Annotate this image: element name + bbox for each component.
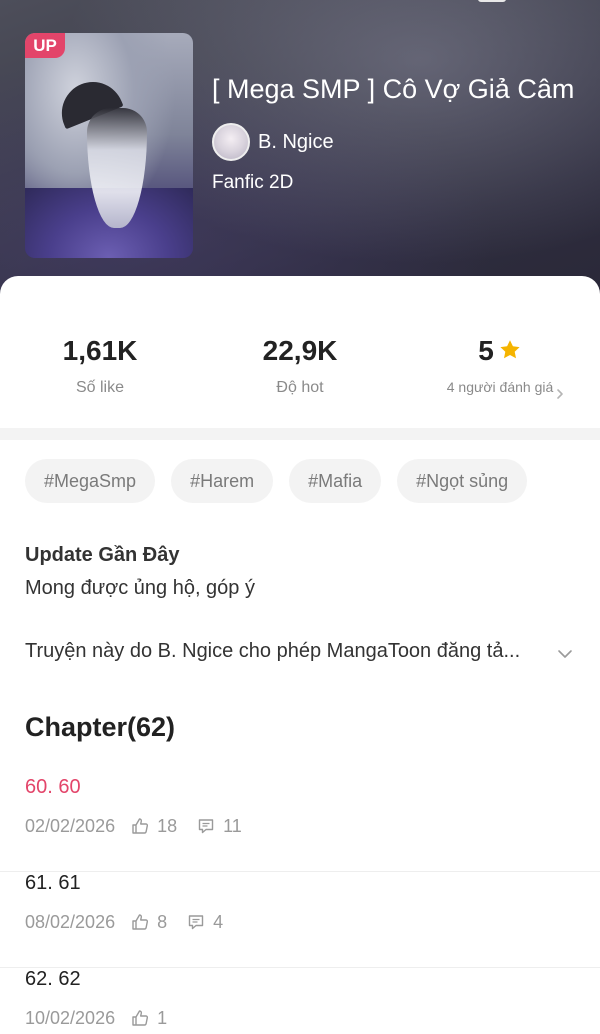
update-text: Mong được ủng hộ, góp ý bbox=[25, 577, 255, 599]
chapter-comments: 11 bbox=[223, 815, 242, 836]
chapter-date: 02/02/2026 bbox=[25, 815, 116, 836]
tag-chip[interactable]: #MegaSmp bbox=[25, 459, 156, 503]
chapter-comments: 4 bbox=[213, 911, 224, 932]
chevron-down-icon[interactable] bbox=[556, 645, 574, 663]
chapter-likes: 1 bbox=[157, 1007, 168, 1028]
hot-stat: 22,9K Độ hot bbox=[200, 333, 400, 397]
hot-count: 22,9K bbox=[262, 335, 338, 366]
chapter-date: 10/02/2026 bbox=[25, 1007, 116, 1028]
chapter-meta: 10/02/2026 1 bbox=[25, 1006, 187, 1030]
chapter-row[interactable]: 61. 61 08/02/2026 8 4 bbox=[0, 872, 600, 968]
drag-handle bbox=[478, 0, 506, 2]
chapters-heading: Chapter(62) bbox=[25, 712, 176, 742]
book-title: [ Mega SMP ] Cô Vợ Giả Câm bbox=[212, 74, 575, 104]
comment-icon bbox=[198, 819, 214, 834]
thumbs-up-icon bbox=[132, 1010, 149, 1026]
update-heading: Update Gần Đây bbox=[25, 544, 180, 566]
tag-chip[interactable]: #Harem bbox=[171, 459, 274, 503]
book-header: UP [ Mega SMP ] Cô Vợ Giả Câm B. Ngice F… bbox=[0, 0, 600, 300]
chapter-likes: 18 bbox=[157, 815, 178, 836]
section-divider bbox=[0, 428, 600, 440]
likes-label: Số like bbox=[75, 379, 125, 396]
book-cover[interactable] bbox=[25, 33, 193, 258]
chapter-likes: 8 bbox=[157, 911, 168, 932]
tag-chip[interactable]: #Mafia bbox=[289, 459, 382, 503]
thumbs-up-icon bbox=[132, 914, 149, 930]
likes-count: 1,61K bbox=[62, 335, 138, 366]
star-icon bbox=[500, 340, 520, 359]
rating-stat[interactable]: 5 bbox=[400, 333, 600, 369]
chapter-title[interactable]: 62. 62 bbox=[25, 968, 81, 991]
tag-chip[interactable]: #Ngọt sủng bbox=[397, 459, 528, 503]
author-name[interactable]: B. Ngice bbox=[258, 131, 334, 154]
thumbs-up-icon bbox=[132, 818, 149, 834]
chapter-meta: 02/02/2026 18 11 bbox=[25, 814, 262, 838]
rating-value: 5 bbox=[478, 335, 494, 366]
up-badge: UP bbox=[25, 33, 65, 58]
chevron-right-icon[interactable] bbox=[553, 387, 567, 401]
tag-list: #MegaSmp #Harem #Mafia #Ngọt sủng bbox=[25, 459, 528, 503]
chapter-title[interactable]: 61. 61 bbox=[25, 872, 81, 895]
chapter-title[interactable]: 60. 60 bbox=[25, 776, 81, 799]
author-avatar[interactable] bbox=[212, 123, 250, 161]
chapter-row[interactable]: 60. 60 02/02/2026 18 11 bbox=[0, 776, 600, 872]
chapter-date: 08/02/2026 bbox=[25, 911, 116, 932]
author[interactable]: B. Ngice bbox=[212, 123, 334, 161]
description-text[interactable]: Truyện này do B. Ngice cho phép MangaToo… bbox=[25, 640, 555, 663]
likes-stat: 1,61K Số like bbox=[0, 333, 200, 397]
rating-count-label[interactable]: 4 người đánh giá bbox=[446, 378, 554, 396]
comment-icon bbox=[188, 915, 204, 930]
chapter-meta: 08/02/2026 8 4 bbox=[25, 910, 243, 934]
book-genre: Fanfic 2D bbox=[212, 172, 294, 193]
chapter-row[interactable]: 62. 62 10/02/2026 1 bbox=[0, 968, 600, 1034]
hot-label: Độ hot bbox=[276, 379, 324, 396]
